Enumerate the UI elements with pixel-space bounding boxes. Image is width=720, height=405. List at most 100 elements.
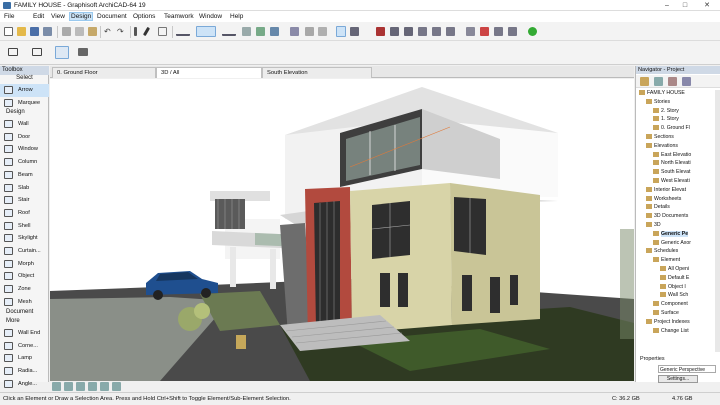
tree-item[interactable]: Surface xyxy=(653,310,679,316)
orbit-icon[interactable] xyxy=(100,382,109,391)
snap-guides-icon[interactable] xyxy=(196,26,216,37)
view-map-icon[interactable] xyxy=(654,77,663,86)
menu-teamwork[interactable]: Teamwork xyxy=(164,13,194,20)
magic-wand-icon[interactable] xyxy=(158,27,167,36)
toolbox-item-door[interactable]: Door xyxy=(0,131,49,144)
tree-item[interactable]: 2. Story xyxy=(653,107,679,114)
toolbox-item-shell[interactable]: Shell xyxy=(0,220,49,233)
toolbox-item-window[interactable]: Window xyxy=(0,143,49,156)
pan-icon[interactable] xyxy=(88,382,97,391)
mirror-icon[interactable] xyxy=(404,27,413,36)
toolbox-item-corne[interactable]: Corne... xyxy=(0,340,49,353)
tree-item[interactable]: Details xyxy=(646,204,670,210)
cut-icon[interactable] xyxy=(62,27,71,36)
tree-item[interactable]: East Elevatio xyxy=(653,151,691,158)
tree-item[interactable]: Object I xyxy=(660,283,686,290)
tree-item[interactable]: 3D Documents xyxy=(646,213,688,219)
menu-document[interactable]: Document xyxy=(97,13,127,20)
toolbox-item-roof[interactable]: Roof xyxy=(0,207,49,220)
tree-item[interactable]: Generic Axor xyxy=(653,239,691,246)
toolbox-item-object[interactable]: Object xyxy=(0,270,49,283)
tree-item[interactable]: Elevations xyxy=(646,142,678,149)
resize-icon[interactable] xyxy=(432,27,441,36)
tree-item[interactable]: Component xyxy=(653,301,688,307)
open-folder-icon[interactable] xyxy=(17,27,26,36)
tab-3d-all[interactable]: 3D / All xyxy=(156,67,262,78)
maximize-icon[interactable]: □ xyxy=(678,1,692,10)
tree-item[interactable]: Element xyxy=(653,257,680,263)
publisher-sets-icon[interactable] xyxy=(682,77,691,86)
add-icon[interactable] xyxy=(528,27,537,36)
trace-icon[interactable] xyxy=(336,26,346,37)
tree-item[interactable]: 0. Ground Fl xyxy=(653,125,690,131)
copy-icon[interactable] xyxy=(75,27,84,36)
geometry-method-icon[interactable] xyxy=(78,48,88,56)
tree-item[interactable]: Stories xyxy=(646,98,670,105)
view-name-field[interactable]: Generic Perspective xyxy=(658,365,716,373)
fit-in-window-icon[interactable] xyxy=(76,382,85,391)
menu-window[interactable]: Window xyxy=(199,13,222,20)
undo-icon[interactable]: ↶ xyxy=(104,27,113,36)
lock-icon[interactable] xyxy=(318,27,327,36)
navigator-scrollbar[interactable] xyxy=(715,90,720,352)
menu-view[interactable]: View xyxy=(51,13,65,20)
tree-item[interactable]: North Elevati xyxy=(653,160,691,166)
layout-book-icon[interactable] xyxy=(508,27,517,36)
tab-ground-floor[interactable]: 0. Ground Floor xyxy=(52,67,156,78)
project-map-icon[interactable] xyxy=(640,77,649,86)
explore-icon[interactable] xyxy=(112,382,121,391)
tree-item[interactable]: Wall Sch xyxy=(660,292,688,298)
3d-window-icon[interactable] xyxy=(480,27,489,36)
paste-icon[interactable] xyxy=(88,27,97,36)
save-icon[interactable] xyxy=(30,27,39,36)
toolbox-item-curtain[interactable]: Curtain... xyxy=(0,245,49,258)
tree-item[interactable]: Schedules xyxy=(646,248,678,254)
gravity-icon[interactable] xyxy=(222,27,236,36)
toolbox-item-skylight[interactable]: Skylight xyxy=(0,232,49,245)
toolbox-item-column[interactable]: Column xyxy=(0,156,49,169)
print-icon[interactable] xyxy=(43,27,52,36)
selection-method-icon[interactable] xyxy=(55,46,69,59)
toolbox-item-angle[interactable]: Angle... xyxy=(0,378,49,391)
menu-edit[interactable]: Edit xyxy=(33,13,44,20)
layout-book-nav-icon[interactable] xyxy=(668,77,677,86)
pet-palette-icon[interactable] xyxy=(350,27,359,36)
toolbox-item-radia[interactable]: Radia... xyxy=(0,365,49,378)
grid-snap-icon[interactable] xyxy=(242,27,251,36)
toolbox-item-stair[interactable]: Stair xyxy=(0,194,49,207)
tree-item[interactable]: Project Indexes xyxy=(646,318,690,325)
tree-item[interactable]: South Elevat xyxy=(653,169,690,175)
toolbox-item-marquee[interactable]: Marquee xyxy=(0,97,49,110)
tree-item[interactable]: 3D xyxy=(646,222,661,228)
marquee-settings-icon[interactable] xyxy=(32,48,42,56)
syringe-icon[interactable] xyxy=(142,26,151,37)
settings-button[interactable]: Settings... xyxy=(658,375,698,383)
toolbox-item-slab[interactable]: Slab xyxy=(0,182,49,195)
3d-viewport[interactable] xyxy=(50,79,634,381)
tree-item[interactable]: 1. Story xyxy=(653,116,679,122)
align-icon[interactable] xyxy=(256,27,265,36)
group-icon[interactable] xyxy=(290,27,299,36)
toolbox-item-mesh[interactable]: Mesh xyxy=(0,296,49,309)
offset-icon[interactable] xyxy=(446,27,455,36)
tree-item[interactable]: FAMILY HOUSE xyxy=(639,90,685,96)
tree-item[interactable]: Change List xyxy=(653,327,689,334)
drag-icon[interactable] xyxy=(376,27,385,36)
tree-item[interactable]: Default E xyxy=(660,274,689,281)
toolbox-item-beam[interactable]: Beam xyxy=(0,169,49,182)
toolbox-item-wall[interactable]: Wall xyxy=(0,118,49,131)
toolbox-item-morph[interactable]: Morph xyxy=(0,258,49,271)
tree-item[interactable]: Sections xyxy=(646,134,674,140)
tree-item[interactable]: Interior Elevat xyxy=(646,186,686,193)
suspend-groups-icon[interactable] xyxy=(305,27,314,36)
toolbox-item-lamp[interactable]: Lamp xyxy=(0,352,49,365)
layer-combo-icon[interactable] xyxy=(176,27,190,36)
distribute-icon[interactable] xyxy=(270,27,279,36)
eyedropper-icon[interactable] xyxy=(134,27,137,36)
floor-plan-icon[interactable] xyxy=(466,27,475,36)
redo-icon[interactable]: ↷ xyxy=(117,27,126,36)
elevate-icon[interactable] xyxy=(418,27,427,36)
menu-help[interactable]: Help xyxy=(230,13,243,20)
zoom-out-icon[interactable] xyxy=(64,382,73,391)
toolbox-item-wall-end[interactable]: Wall End xyxy=(0,327,49,340)
